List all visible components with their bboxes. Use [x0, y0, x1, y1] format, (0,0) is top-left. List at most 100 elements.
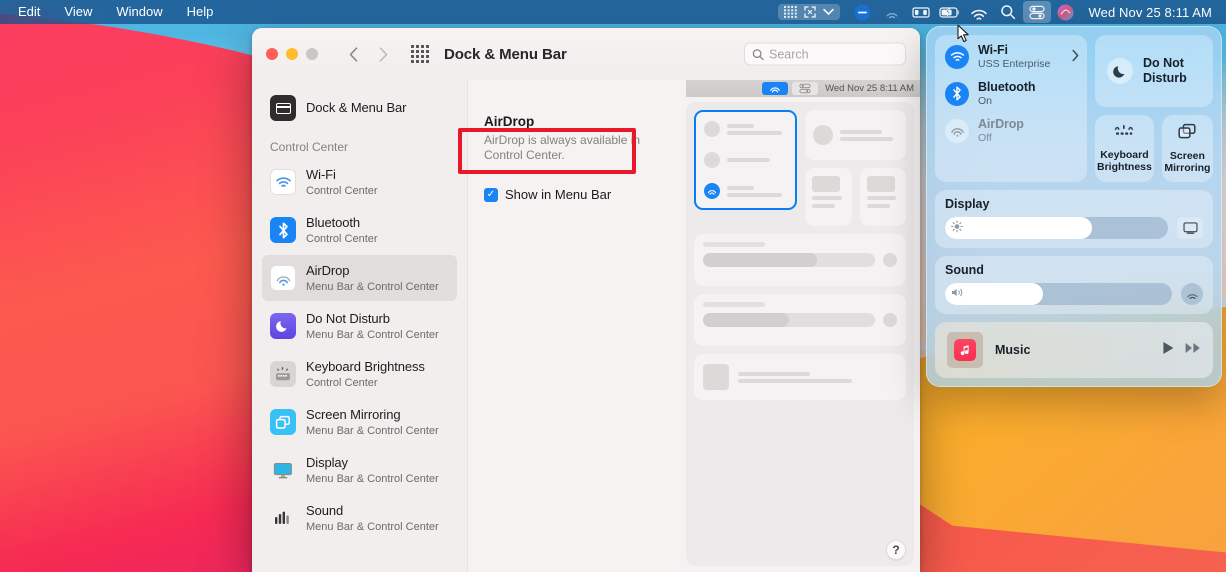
moon-icon — [1107, 58, 1133, 84]
airdrop-state: Off — [978, 132, 1024, 144]
placeholder-line — [703, 302, 765, 307]
window-body: Dock & Menu Bar Control Center Wi-Fi Con… — [252, 80, 920, 572]
placeholder-slider — [703, 253, 875, 267]
sidebar-item-label: Do Not Disturb — [306, 311, 390, 326]
menu-item-help[interactable]: Help — [175, 0, 226, 24]
preview-dnd-tile — [805, 110, 906, 160]
preview-clock: Wed Nov 25 8:11 AM — [822, 83, 914, 94]
control-center-icon[interactable] — [1023, 1, 1051, 23]
airdrop-icon — [945, 119, 969, 143]
wifi-network-name: USS Enterprise — [978, 58, 1050, 70]
bluetooth-row[interactable]: Bluetooth On — [945, 80, 1077, 107]
menu-item-view[interactable]: View — [52, 0, 104, 24]
airdrop-icon — [270, 265, 296, 291]
display-icon — [270, 457, 296, 483]
menu-item-window[interactable]: Window — [104, 0, 174, 24]
wifi-label: Wi-Fi — [978, 43, 1050, 57]
brightness-icon — [951, 221, 963, 236]
placeholder-block — [867, 176, 895, 192]
sidebar-item-screen-mirroring[interactable]: Screen Mirroring Menu Bar & Control Cent… — [262, 399, 457, 445]
preview-left-column — [694, 110, 797, 226]
mouse-cursor — [957, 24, 970, 48]
sidebar-item-dock-menu-bar[interactable]: Dock & Menu Bar — [262, 88, 457, 128]
airdrop-icon[interactable] — [878, 1, 906, 23]
sidebar-item-bluetooth[interactable]: Bluetooth Control Center — [262, 207, 457, 253]
search-icon — [752, 48, 764, 60]
placeholder-line — [867, 204, 890, 208]
minimize-button[interactable] — [286, 48, 298, 60]
menu-item-edit[interactable]: Edit — [6, 0, 52, 24]
bluetooth-icon — [270, 217, 296, 243]
placeholder-lines — [840, 130, 898, 141]
zoom-button[interactable] — [306, 48, 318, 60]
show-in-menu-bar-checkbox[interactable]: ✓ — [484, 188, 498, 202]
preview-connectivity-tile — [694, 110, 797, 210]
siri-icon[interactable] — [1052, 1, 1080, 23]
display-slider-row — [945, 217, 1203, 239]
wifi-icon[interactable] — [965, 4, 993, 26]
keyboard-brightness-icon — [1113, 125, 1135, 144]
battery-icon[interactable] — [936, 1, 964, 23]
fullscreen-icon[interactable] — [803, 5, 818, 19]
search-field[interactable]: Search — [744, 43, 906, 66]
display-brightness-slider[interactable] — [945, 217, 1168, 239]
menu-bar-clock[interactable]: Wed Nov 25 8:11 AM — [1081, 5, 1216, 20]
preview-control-center-panel — [686, 102, 914, 566]
placeholder-dot — [704, 121, 720, 137]
back-button[interactable] — [340, 42, 366, 66]
keyboard-brightness-tile[interactable]: Keyboard Brightness — [1095, 115, 1154, 182]
placeholder-line — [867, 196, 897, 200]
play-icon[interactable] — [1162, 341, 1175, 360]
placeholder-lines — [727, 158, 787, 162]
window-titlebar: Dock & Menu Bar Search — [252, 28, 920, 80]
bluetooth-icon — [945, 82, 969, 106]
placeholder-line — [812, 196, 842, 200]
placeholder-dot — [813, 125, 833, 145]
chevron-down-icon[interactable] — [822, 5, 835, 19]
chevron-right-icon[interactable] — [1072, 49, 1079, 64]
moon-icon — [270, 313, 296, 339]
preview-tile — [805, 168, 852, 226]
sidebar-item-airdrop[interactable]: AirDrop Menu Bar & Control Center — [262, 255, 457, 301]
forward-button[interactable] — [370, 42, 396, 66]
help-button[interactable]: ? — [886, 540, 906, 560]
battery-display-icon[interactable] — [907, 1, 935, 23]
placeholder-lines — [738, 372, 897, 383]
sidebar-item-display[interactable]: Display Menu Bar & Control Center — [262, 447, 457, 493]
keyboard-brightness-icon — [270, 361, 296, 387]
sidebar-item-sublabel: Control Center — [306, 377, 425, 390]
do-not-disturb-tile[interactable]: Do Not Disturb — [1095, 35, 1213, 107]
sidebar-item-do-not-disturb[interactable]: Do Not Disturb Menu Bar & Control Center — [262, 303, 457, 349]
sound-slider-row — [945, 283, 1203, 305]
music-icon — [954, 339, 976, 361]
placeholder-dot — [883, 253, 897, 267]
stocks-icon[interactable] — [849, 1, 877, 23]
airplay-audio-button[interactable] — [1181, 283, 1203, 305]
keyboard-input-icon[interactable] — [783, 5, 799, 19]
placeholder-line — [703, 242, 765, 247]
album-art — [947, 332, 983, 368]
bluetooth-state: On — [978, 95, 1035, 107]
preview-slider-row — [703, 253, 897, 267]
show-all-grid-icon[interactable] — [410, 44, 430, 64]
menu-bar-input-group[interactable] — [778, 4, 840, 20]
display-options-button[interactable] — [1177, 217, 1203, 239]
show-in-menu-bar-row[interactable]: ✓ Show in Menu Bar — [484, 187, 686, 202]
system-preferences-window: Dock & Menu Bar Search Dock & Menu Bar C… — [252, 28, 920, 572]
fast-forward-icon[interactable] — [1185, 341, 1201, 359]
sidebar-item-sublabel: Control Center — [306, 185, 378, 198]
sidebar-item-keyboard-brightness[interactable]: Keyboard Brightness Control Center — [262, 351, 457, 397]
close-button[interactable] — [266, 48, 278, 60]
sidebar-item-sound[interactable]: Sound Menu Bar & Control Center — [262, 495, 457, 541]
volume-icon — [951, 287, 965, 302]
sidebar-item-wifi[interactable]: Wi-Fi Control Center — [262, 159, 457, 205]
search-icon[interactable] — [994, 1, 1022, 23]
screen-mirroring-tile[interactable]: Screen Mirroring — [1162, 115, 1213, 182]
sound-volume-slider[interactable] — [945, 283, 1172, 305]
detail-pane: AirDrop AirDrop is always available in C… — [468, 80, 920, 572]
preview-music-tile — [694, 354, 906, 400]
placeholder-block — [703, 364, 729, 390]
airdrop-row[interactable]: AirDrop Off — [945, 117, 1077, 144]
sidebar[interactable]: Dock & Menu Bar Control Center Wi-Fi Con… — [252, 80, 468, 572]
menu-bar-preview: Wed Nov 25 8:11 AM — [686, 80, 920, 572]
